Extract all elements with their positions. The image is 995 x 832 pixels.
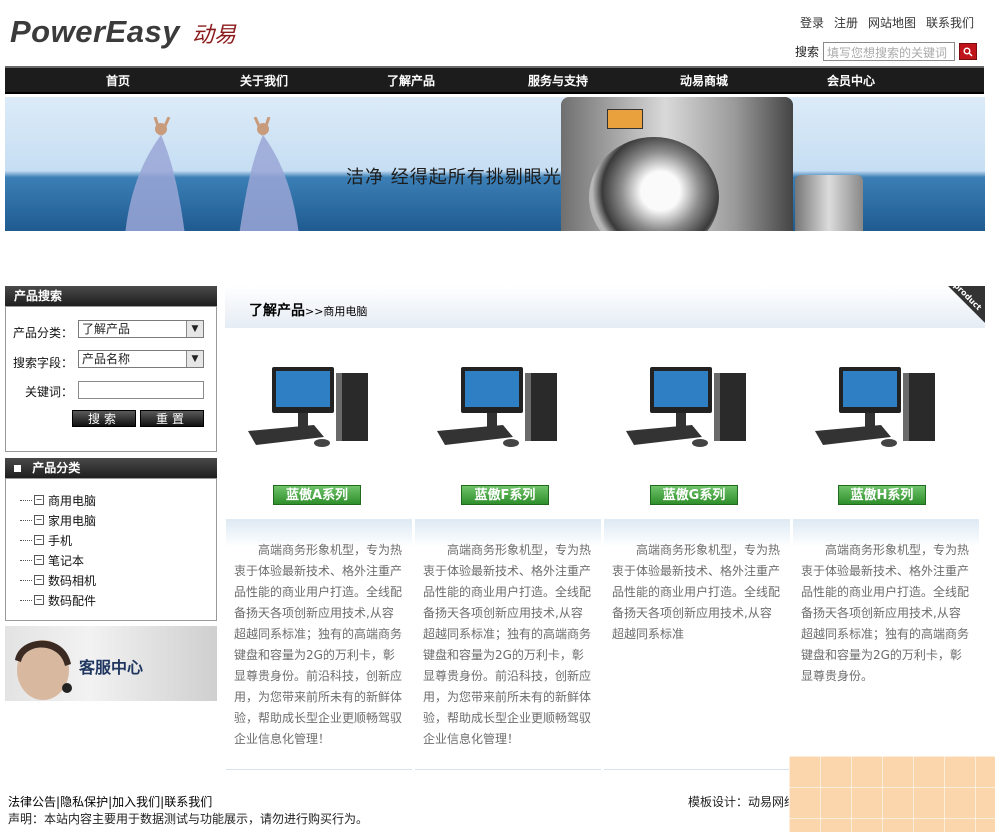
site-logo[interactable]: PowerEasy 动易: [10, 14, 236, 50]
category-item-label: 数码相机: [48, 573, 97, 588]
product-description-text: 高端商务形象机型，专为热衷于体验最新技术、格外注重产品性能的商业用户打造。全线配…: [234, 543, 403, 746]
plus-icon: [14, 465, 21, 472]
page-title: 了解产品: [249, 303, 305, 319]
search-button[interactable]: 搜索: [72, 410, 136, 427]
category-title: 产品分类: [32, 461, 81, 475]
content-header: 了解产品>>商用电脑 product: [225, 281, 985, 328]
category-tree: − 商用电脑 − 家用电脑 − 手机 − 笔记本 − 数码相机 − 数码配件: [20, 490, 96, 610]
nav-products[interactable]: 了解产品: [387, 72, 435, 89]
category-select[interactable]: 了解产品 ▼: [78, 320, 204, 338]
washing-machine-image: [561, 97, 793, 231]
corner-tag-text: product: [951, 280, 984, 313]
keyword-label: 关键词：: [24, 385, 73, 399]
search-submit-button[interactable]: [959, 43, 977, 60]
desktop-pc-image[interactable]: [244, 365, 394, 465]
product-search-title: 产品搜索: [14, 289, 63, 303]
register-link[interactable]: 注册: [834, 14, 858, 31]
site-search: 搜索 填写您想搜索的关键词: [795, 42, 977, 61]
service-center-banner[interactable]: 客服中心: [5, 626, 217, 701]
logo-cn-text: 动易: [191, 23, 236, 48]
product-search-panel: 产品分类： 了解产品 ▼ 搜索字段： 产品名称 ▼ 关键词： 搜索 重置: [5, 306, 217, 452]
product-description-text: 高端商务形象机型，专为热衷于体验最新技术、格外注重产品性能的商业用户打造。全线配…: [612, 543, 781, 641]
footer-link-join[interactable]: 加入我们: [112, 795, 160, 809]
category-item[interactable]: − 数码配件: [20, 590, 96, 610]
washer-display: [607, 109, 643, 129]
collapse-icon: −: [34, 575, 44, 585]
washer-door: [589, 137, 719, 231]
footer-link-privacy[interactable]: 隐私保护: [60, 795, 108, 809]
dropdown-arrow-icon: ▼: [186, 351, 203, 367]
category-item-label: 商用电脑: [48, 493, 97, 508]
footer-link-contact[interactable]: 联系我们: [164, 795, 212, 809]
collapse-icon: −: [34, 495, 44, 505]
category-item[interactable]: − 数码相机: [20, 570, 96, 590]
desktop-pc-image[interactable]: [811, 365, 961, 465]
collapse-icon: −: [34, 515, 44, 525]
field-select-value: 产品名称: [82, 352, 131, 366]
category-item[interactable]: − 家用电脑: [20, 510, 96, 530]
headset-agent-image: [15, 640, 72, 700]
footer-link-legal[interactable]: 法律公告: [8, 795, 56, 809]
reset-button[interactable]: 重置: [140, 410, 204, 427]
nav-service[interactable]: 服务与支持: [528, 72, 588, 89]
search-input[interactable]: 填写您想搜索的关键词: [823, 42, 955, 61]
logo-text: PowerEasy: [10, 14, 180, 49]
nav-member[interactable]: 会员中心: [827, 72, 875, 89]
product-name-button[interactable]: 蓝傲A系列: [273, 485, 361, 505]
product-description: 高端商务形象机型，专为热衷于体验最新技术、格外注重产品性能的商业用户打造。全线配…: [604, 519, 790, 770]
dancer-figure: [125, 117, 185, 231]
category-item-label: 数码配件: [48, 593, 97, 608]
banner: 洁净 经得起所有挑剔眼光: [5, 97, 985, 231]
footer-links: 法律公告|隐私保护|加入我们|联系我们: [8, 795, 213, 809]
footer-disclaimer: 声明：本站内容主要用于数据测试与功能展示，请勿进行购买行为。: [8, 812, 369, 826]
dancer-figure: [239, 117, 299, 231]
collapse-icon: −: [34, 555, 44, 565]
washing-machine-image: [795, 175, 863, 231]
category-select-value: 了解产品: [82, 322, 131, 336]
collapse-icon: −: [34, 595, 44, 605]
product-search-header: 产品搜索: [5, 286, 217, 306]
dropdown-arrow-icon: ▼: [186, 321, 203, 337]
product-name-button[interactable]: 蓝傲H系列: [838, 485, 926, 505]
category-item-label: 家用电脑: [48, 513, 97, 528]
category-label: 产品分类：: [12, 326, 73, 340]
desktop-pc-image[interactable]: [433, 365, 583, 465]
collapse-icon: −: [34, 535, 44, 545]
search-icon: [963, 47, 973, 56]
banner-slogan: 洁净 经得起所有挑剔眼光: [346, 167, 562, 188]
footer-design-credit: 模板设计：动易网络: [688, 795, 797, 809]
category-item[interactable]: − 商用电脑: [20, 490, 96, 510]
top-links: 登录 注册 网站地图 联系我们: [800, 14, 974, 31]
content-title: 了解产品>>商用电脑: [249, 300, 367, 320]
main-nav: 首页 关于我们 了解产品 服务与支持 动易商城 会员中心: [5, 66, 984, 94]
desktop-pc-image[interactable]: [622, 365, 772, 465]
search-label: 搜索: [794, 45, 819, 59]
category-item-label: 手机: [48, 533, 73, 548]
field-label: 搜索字段：: [12, 356, 73, 370]
category-item-label: 笔记本: [48, 553, 85, 568]
product-description: 高端商务形象机型，专为热衷于体验最新技术、格外注重产品性能的商业用户打造。全线配…: [793, 519, 979, 770]
contact-link[interactable]: 联系我们: [926, 14, 974, 31]
keyword-input[interactable]: [78, 381, 204, 399]
product-description-text: 高端商务形象机型，专为热衷于体验最新技术、格外注重产品性能的商业用户打造。全线配…: [423, 543, 592, 746]
nav-home[interactable]: 首页: [106, 72, 130, 89]
product-description: 高端商务形象机型，专为热衷于体验最新技术、格外注重产品性能的商业用户打造。全线配…: [415, 519, 601, 770]
product-description-text: 高端商务形象机型，专为热衷于体验最新技术、格外注重产品性能的商业用户打造。全线配…: [801, 543, 970, 683]
product-name-button[interactable]: 蓝傲F系列: [461, 485, 549, 505]
product-description: 高端商务形象机型，专为热衷于体验最新技术、格外注重产品性能的商业用户打造。全线配…: [226, 519, 412, 770]
field-select[interactable]: 产品名称 ▼: [78, 350, 204, 368]
nav-shop[interactable]: 动易商城: [680, 72, 728, 89]
breadcrumb: >>商用电脑: [305, 305, 368, 318]
product-corner-tag: product: [947, 281, 985, 324]
tile-overlay: [789, 756, 995, 832]
product-name-button[interactable]: 蓝傲G系列: [650, 485, 738, 505]
sitemap-link[interactable]: 网站地图: [868, 14, 916, 31]
nav-about[interactable]: 关于我们: [240, 72, 288, 89]
login-link[interactable]: 登录: [800, 14, 824, 31]
category-header: 产品分类: [5, 458, 217, 478]
category-item[interactable]: − 手机: [20, 530, 96, 550]
service-center-label: 客服中心: [79, 658, 144, 677]
category-item[interactable]: − 笔记本: [20, 550, 96, 570]
